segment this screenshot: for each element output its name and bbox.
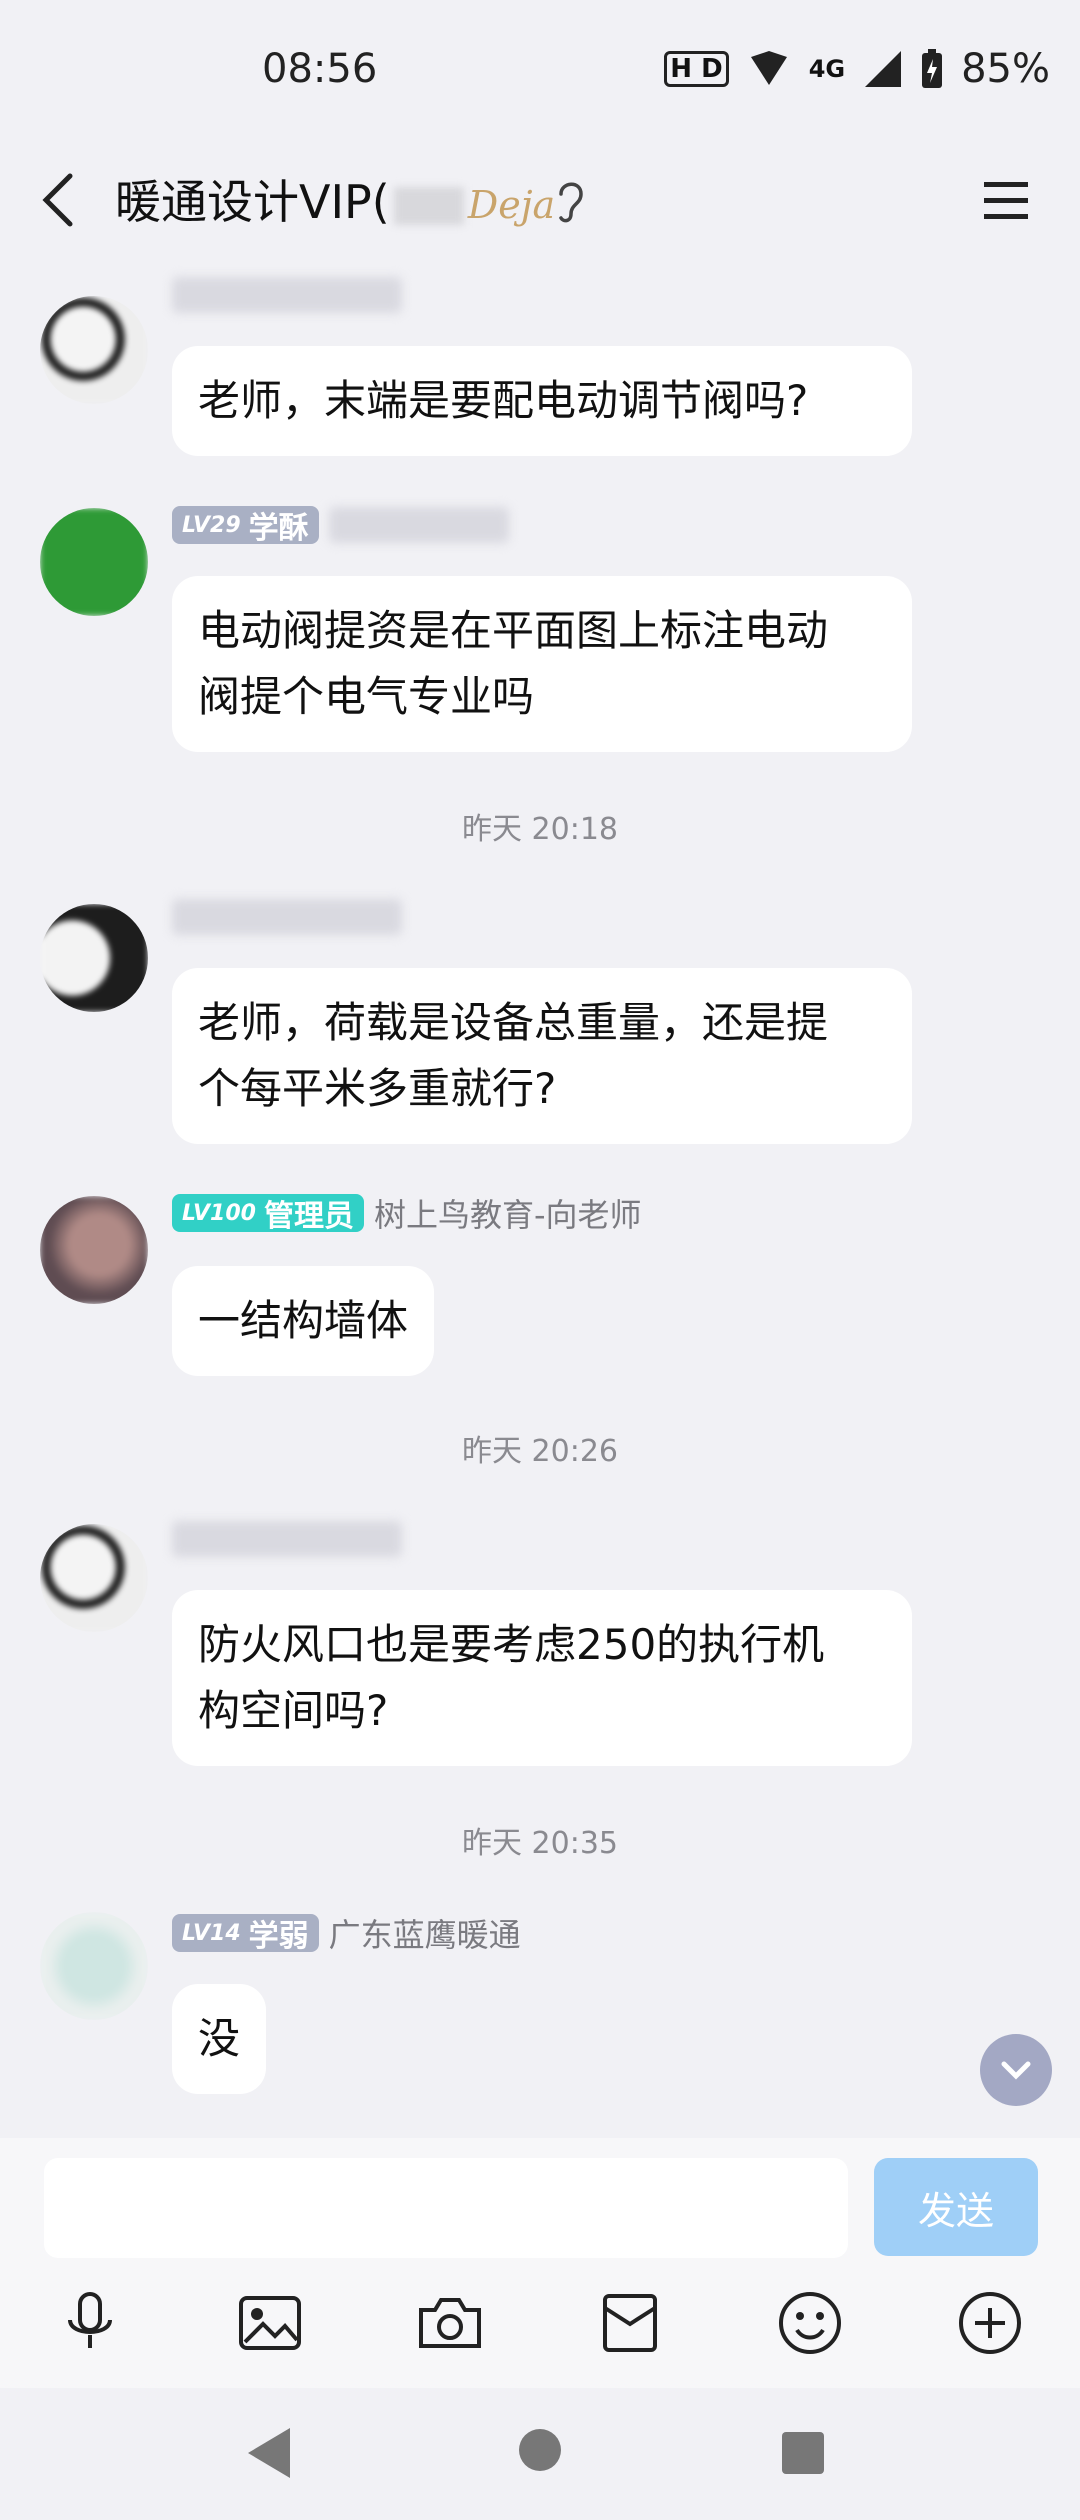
avatar[interactable] <box>40 508 148 616</box>
badge-level: LV100 <box>182 1200 256 1226</box>
avatar-image <box>40 904 148 1012</box>
sender-nickname: 树上鸟教育-向老师 <box>373 1196 642 1234</box>
avatar-image <box>40 1196 148 1304</box>
avatar-image <box>40 508 148 616</box>
input-toolbar <box>0 2258 1080 2388</box>
message-text: 一结构墙体 <box>198 1296 409 1345</box>
chevron-down-icon <box>1001 2061 1031 2080</box>
avatar-image <box>40 296 148 404</box>
message-bubble[interactable]: 没 <box>172 1984 267 2094</box>
message-bubble[interactable]: 老师，末端是要配电动调节阀吗? <box>172 346 912 456</box>
voice-button[interactable] <box>55 2288 125 2358</box>
red-packet-button[interactable] <box>595 2288 665 2358</box>
system-nav-bar <box>0 2388 1080 2520</box>
emoji-button[interactable] <box>775 2288 845 2358</box>
message-text-line: 阀提个电气专业吗 <box>198 672 535 721</box>
sender-name-row: LV29 学酥 <box>172 504 509 546</box>
avatar-image <box>40 1524 148 1632</box>
chat-messages[interactable]: 老师，末端是要配电动调节阀吗? LV29 学酥 电动阀提资是在平面图上标注电动 阀… <box>0 256 1080 2136</box>
menu-button[interactable] <box>980 168 1032 232</box>
hd-icon: H D <box>664 51 729 87</box>
avatar[interactable] <box>40 904 148 1012</box>
back-button[interactable] <box>32 160 92 240</box>
battery-level: 85% <box>961 46 1050 92</box>
microphone-icon <box>68 2292 112 2348</box>
status-time: 08:56 <box>262 46 378 92</box>
avatar[interactable] <box>40 1524 148 1632</box>
badge-role: 学弱 <box>248 1919 309 1954</box>
message-text-line: 个每平米多重就行? <box>198 1064 557 1113</box>
chat-header: 暖通设计VIP( Deja <box>0 148 1080 256</box>
timestamp: 昨天 20:18 <box>462 812 618 847</box>
redacted-sender-name <box>172 1521 402 1557</box>
message-bubble[interactable]: 防火风口也是要考虑250的执行机 构空间吗? <box>172 1590 912 1766</box>
level-badge: LV29 学酥 <box>172 506 319 546</box>
message-input[interactable] <box>44 2158 848 2258</box>
sender-name-row: LV14 学弱 广东蓝鹰暖通 <box>172 1912 521 1954</box>
camera-icon <box>419 2298 481 2348</box>
message-bubble[interactable]: 电动阀提资是在平面图上标注电动 阀提个电气专业吗 <box>172 576 912 752</box>
message-bubble[interactable]: 一结构墙体 <box>172 1266 435 1376</box>
nav-recents-icon[interactable] <box>780 2430 826 2476</box>
avatar-image <box>40 1912 148 2020</box>
camera-button[interactable] <box>415 2288 485 2358</box>
group-title-text: 暖通设计VIP( <box>115 175 390 229</box>
nav-home-icon[interactable] <box>518 2428 562 2472</box>
message-text: 没 <box>198 2014 241 2063</box>
badge-level: LV29 <box>182 512 241 538</box>
redacted-sender-name <box>328 507 509 543</box>
image-icon <box>239 2296 301 2350</box>
network-type: 4G <box>808 55 846 83</box>
sender-nickname: 广东蓝鹰暖通 <box>328 1916 521 1954</box>
network-signal-icon <box>750 51 787 85</box>
envelope-icon <box>603 2294 657 2352</box>
sender-name-row: LV100 管理员 树上鸟教育-向老师 <box>172 1192 642 1234</box>
level-badge: LV14 学弱 <box>172 1914 319 1954</box>
message-text-line: 电动阀提资是在平面图上标注电动 <box>198 606 829 655</box>
redacted-title-part <box>393 186 464 225</box>
sender-name-row <box>172 1518 402 1560</box>
more-button[interactable] <box>955 2288 1025 2358</box>
avatar[interactable] <box>40 296 148 404</box>
cell-signal-icon <box>865 51 902 87</box>
timestamp: 昨天 20:26 <box>462 1434 618 1469</box>
group-title: 暖通设计VIP( Deja <box>115 166 555 232</box>
message-input-bar: 发送 <box>0 2138 1080 2258</box>
ear-icon[interactable] <box>553 172 589 228</box>
plus-circle-icon <box>959 2292 1021 2354</box>
nav-back-icon[interactable] <box>246 2426 292 2480</box>
sender-name-row <box>172 274 402 316</box>
redacted-sender-name <box>172 277 402 313</box>
avatar[interactable] <box>40 1912 148 2020</box>
message-text: 老师，末端是要配电动调节阀吗? <box>198 376 809 425</box>
timestamp: 昨天 20:35 <box>462 1826 618 1861</box>
admin-badge: LV100 管理员 <box>172 1194 364 1234</box>
send-button[interactable]: 发送 <box>874 2158 1038 2256</box>
status-icons: H D 4G 85% <box>664 46 1050 92</box>
hamburger-menu-icon <box>984 182 1028 219</box>
chevron-left-icon <box>42 173 73 227</box>
scroll-to-bottom-button[interactable] <box>980 2034 1052 2106</box>
badge-role: 管理员 <box>263 1199 354 1234</box>
battery-icon <box>922 49 943 88</box>
message-text-line: 构空间吗? <box>198 1686 389 1735</box>
badge-level: LV14 <box>182 1920 241 1946</box>
redacted-sender-name <box>172 899 402 935</box>
message-bubble[interactable]: 老师，荷载是设备总重量，还是提 个每平米多重就行? <box>172 968 912 1144</box>
badge-role: 学酥 <box>248 511 309 546</box>
sender-name-row <box>172 896 402 938</box>
message-text-line: 防火风口也是要考虑250的执行机 <box>198 1620 825 1669</box>
smiley-icon <box>779 2292 841 2354</box>
status-bar: 08:56 H D 4G 85% <box>0 0 1080 148</box>
avatar[interactable] <box>40 1196 148 1304</box>
watermark-logo: Deja <box>467 183 556 227</box>
image-button[interactable] <box>235 2288 305 2358</box>
message-text-line: 老师，荷载是设备总重量，还是提 <box>198 998 829 1047</box>
